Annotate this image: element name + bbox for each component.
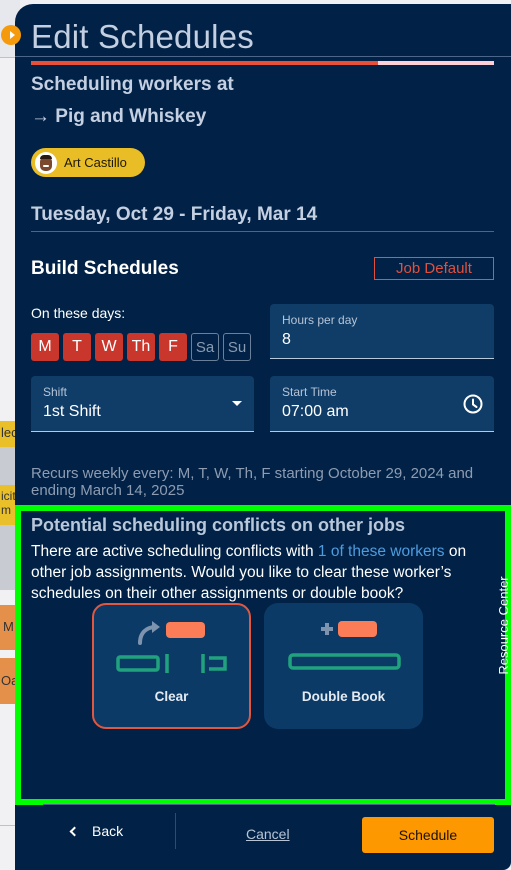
- start-time-value[interactable]: 07:00 am: [282, 403, 349, 421]
- caret-down-icon: [232, 401, 242, 406]
- conflicting-workers-link[interactable]: 1 of these workers: [318, 543, 445, 560]
- conflicts-section: Potential scheduling conflicts on other …: [15, 505, 511, 805]
- worker-name: Art Castillo: [64, 155, 127, 170]
- clear-option[interactable]: Clear: [92, 603, 251, 729]
- day-toggle-su[interactable]: Su: [223, 333, 251, 361]
- schedule-button[interactable]: Schedule: [362, 817, 494, 853]
- conflicts-description: There are active scheduling conflicts wi…: [31, 541, 481, 604]
- day-toggle-sa[interactable]: Sa: [191, 333, 219, 361]
- hours-per-day-label: Hours per day: [282, 313, 358, 327]
- hours-per-day-value[interactable]: 8: [282, 331, 291, 349]
- double-book-icon: [288, 621, 401, 670]
- clear-option-label: Clear: [154, 689, 189, 704]
- page-title: Edit Schedules: [31, 18, 254, 55]
- job-default-button[interactable]: Job Default: [374, 257, 494, 280]
- resource-center-tab[interactable]: Resource Center: [495, 569, 511, 684]
- build-schedules-heading: Build Schedules: [31, 258, 179, 279]
- footer-separator: [175, 813, 176, 849]
- clear-schedule-icon: [116, 621, 227, 673]
- date-range: Tuesday, Oct 29 - Friday, Mar 14: [31, 204, 318, 225]
- day-toggle-f[interactable]: F: [159, 333, 187, 361]
- job-name: → Pig and Whiskey: [31, 106, 207, 127]
- conflicts-heading: Potential scheduling conflicts on other …: [31, 515, 406, 535]
- back-label: Back: [92, 823, 124, 839]
- date-divider: [31, 231, 494, 232]
- cancel-button[interactable]: Cancel: [246, 826, 290, 842]
- day-toggle-w[interactable]: W: [95, 333, 123, 361]
- start-time-label: Start Time: [282, 385, 337, 399]
- double-book-option[interactable]: Double Book: [264, 603, 423, 729]
- chevron-left-icon: [69, 826, 80, 836]
- day-toggle-t[interactable]: T: [63, 333, 91, 361]
- edit-schedules-panel: Edit Schedules Scheduling workers at → P…: [15, 4, 511, 870]
- subtitle: Scheduling workers at: [31, 74, 234, 95]
- day-toggle-m[interactable]: M: [31, 333, 59, 361]
- recurrence-summary: Recurs weekly every: M, T, W, Th, F star…: [31, 465, 474, 499]
- clock-icon[interactable]: [462, 393, 484, 415]
- day-toggle-th[interactable]: Th: [127, 333, 155, 361]
- footer-divider: [43, 804, 495, 805]
- avatar: [35, 151, 57, 174]
- collapse-panel-button[interactable]: [1, 25, 21, 45]
- hours-per-day-field[interactable]: Hours per day 8: [270, 304, 494, 359]
- progress-bar: [31, 61, 494, 65]
- resource-center-label: Resource Center: [496, 576, 511, 675]
- day-selector: M T W Th F Sa Su: [31, 333, 251, 361]
- shift-value: 1st Shift: [43, 403, 101, 420]
- conflicts-text-start: There are active scheduling conflicts wi…: [31, 543, 318, 560]
- back-button[interactable]: Back: [67, 820, 123, 842]
- double-book-option-label: Double Book: [301, 689, 386, 704]
- shift-label: Shift: [43, 385, 68, 399]
- worker-chip[interactable]: Art Castillo: [31, 148, 145, 177]
- start-time-field[interactable]: Start Time 07:00 am: [270, 376, 494, 432]
- shift-select[interactable]: Shift 1st Shift: [31, 376, 254, 432]
- chevron-right-icon: [9, 31, 15, 39]
- title-divider: [15, 56, 511, 57]
- days-label: On these days:: [31, 305, 126, 321]
- progress-bar-fill: [31, 61, 379, 65]
